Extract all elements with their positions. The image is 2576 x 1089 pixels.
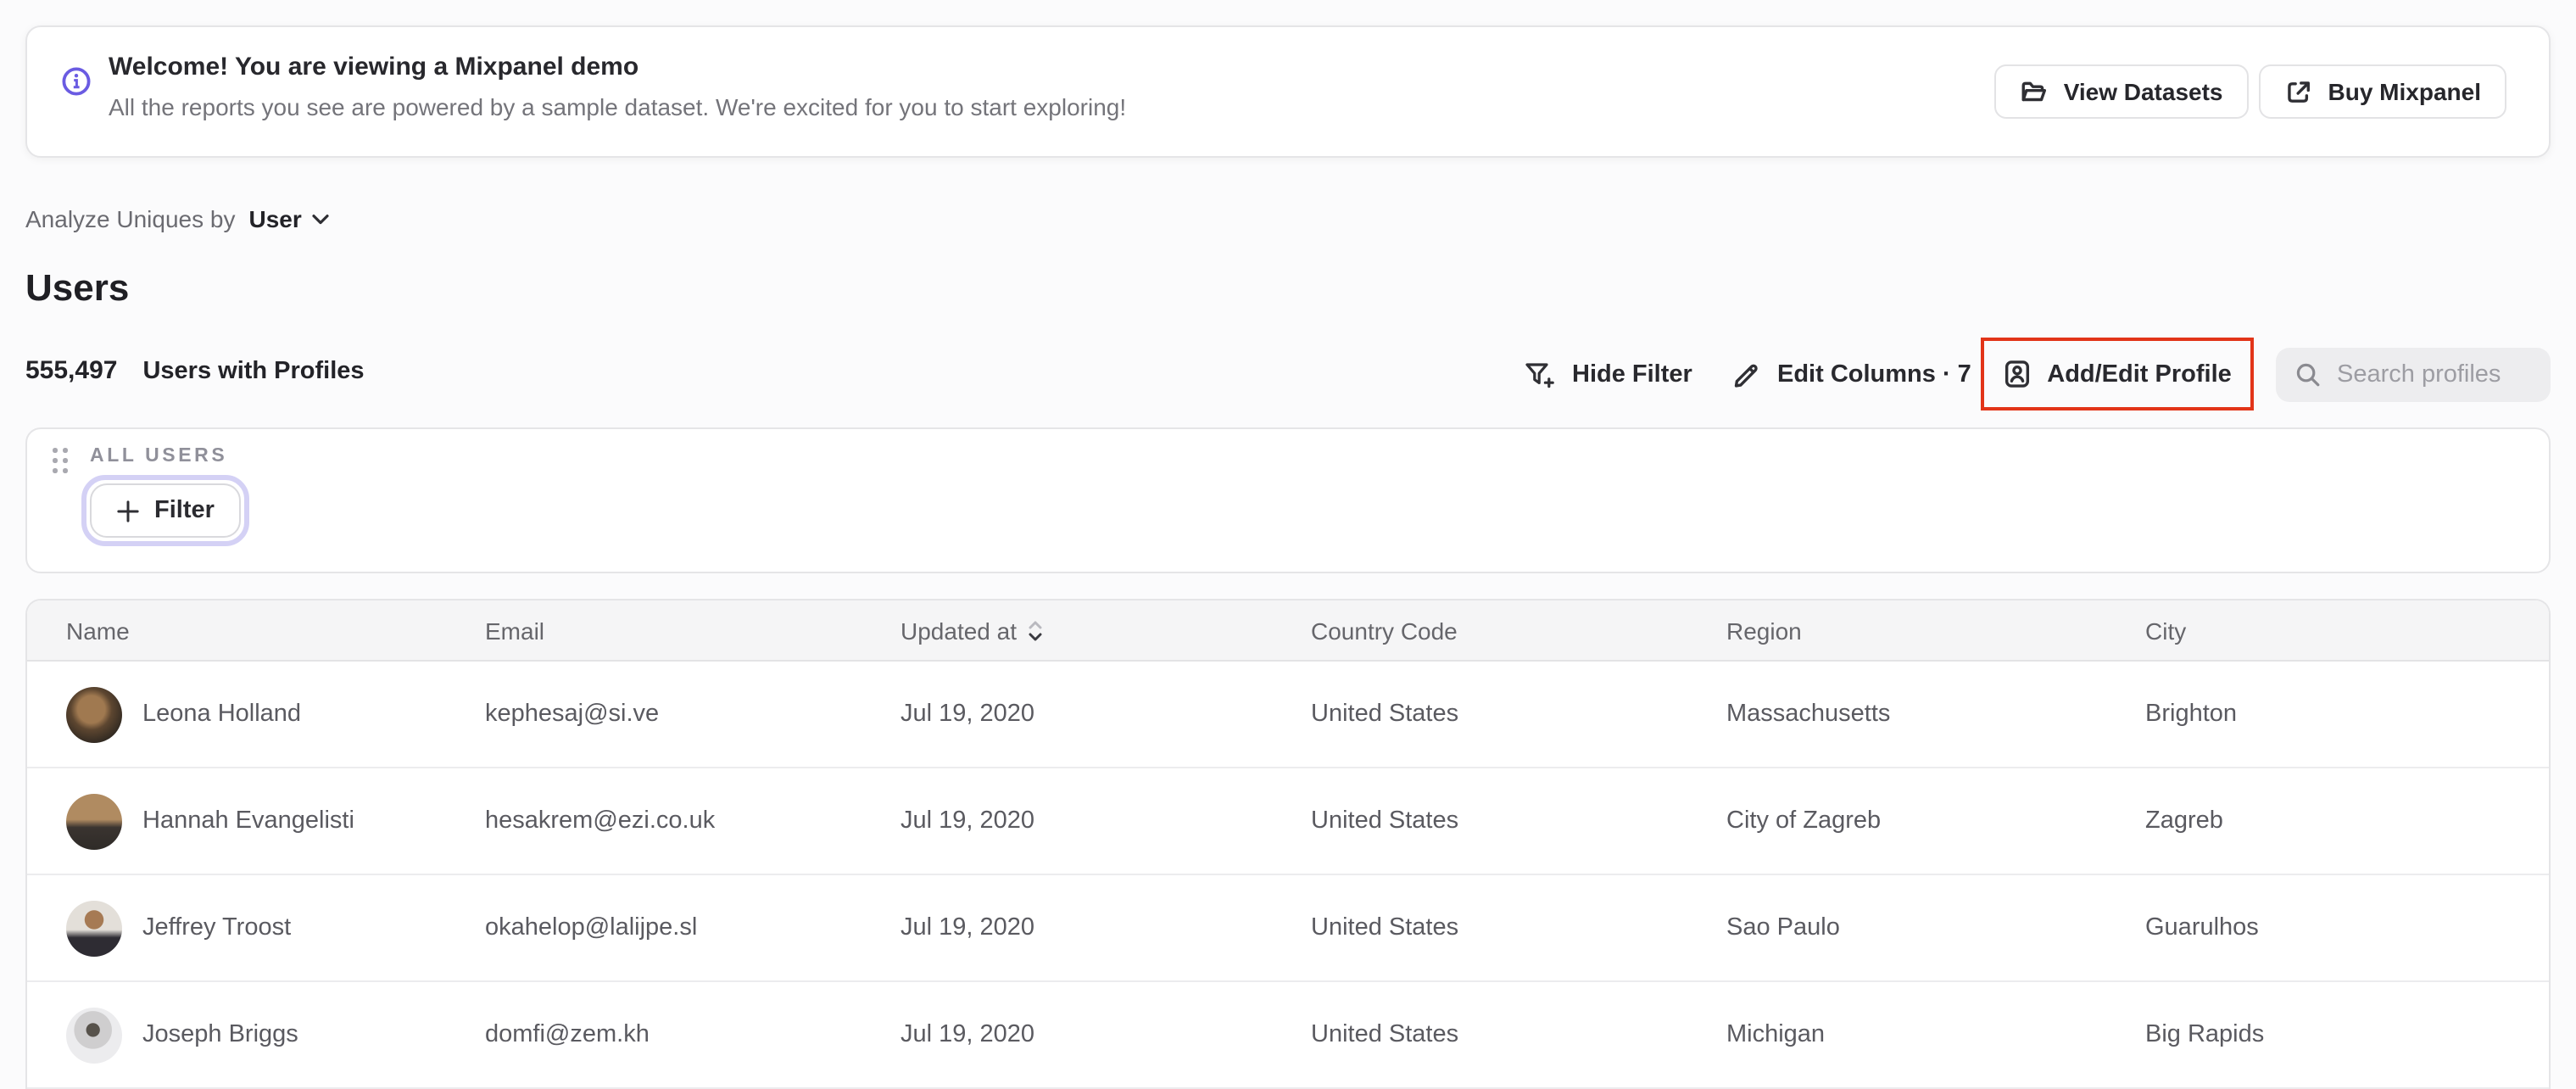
column-header-city[interactable]: City [2145,617,2549,644]
avatar [66,793,122,849]
column-header-email[interactable]: Email [485,617,900,644]
column-header-region[interactable]: Region [1726,617,2145,644]
hide-filter-button[interactable]: Hide Filter [1525,348,1692,402]
buy-mixpanel-button[interactable]: Buy Mixpanel [2258,64,2506,119]
cell-email: hesakrem@ezi.co.uk [485,807,716,835]
cell-region: Sao Paulo [1726,914,1840,941]
cell-name: Joseph Briggs [142,1021,298,1048]
profiles-stats: 555,497 Users with Profiles [25,356,365,385]
cell-updated-at: Jul 19, 2020 [900,701,1035,728]
search-profiles-box [2276,348,2551,402]
table-row[interactable]: Leona Holland kephesaj@si.ve Jul 19, 202… [27,662,2549,768]
cell-name: Leona Holland [142,701,302,728]
filter-button-focus-ring: Filter [81,475,250,546]
cell-email: kephesaj@si.ve [485,701,660,728]
query-builder-card: ALL USERS Filter [25,427,2551,573]
search-icon [2294,361,2322,388]
avatar [66,900,122,956]
cell-email: okahelop@lalijpe.sl [485,914,698,941]
view-datasets-label: View Datasets [2063,78,2223,105]
external-link-icon [2284,77,2313,106]
cell-country: United States [1311,807,1459,835]
cell-updated-at: Jul 19, 2020 [900,807,1035,835]
filter-plus-icon [1525,361,1555,388]
add-filter-button[interactable]: Filter [90,483,242,538]
welcome-banner: Welcome! You are viewing a Mixpanel demo… [25,25,2551,158]
add-filter-label: Filter [154,497,215,524]
analyze-uniques-row: Analyze Uniques by User [25,205,329,232]
table-row[interactable]: Joseph Briggs domfi@zem.kh Jul 19, 2020 … [27,982,2549,1089]
pencil-icon [1731,360,1760,389]
buy-mixpanel-label: Buy Mixpanel [2328,78,2482,105]
cell-city: Zagreb [2145,807,2223,835]
profiles-count: 555,497 [25,356,118,385]
cell-country: United States [1311,1021,1459,1048]
users-table: Name Email Updated at Country Code Regio… [25,599,2551,1089]
search-profiles-input[interactable] [2337,361,2532,388]
cell-region: Michigan [1726,1021,1826,1048]
all-users-section-label: ALL USERS [90,446,228,466]
table-row[interactable]: Jeffrey Troost okahelop@lalijpe.sl Jul 1… [27,875,2549,982]
cell-region: Massachusetts [1726,701,1891,728]
info-icon [61,66,92,97]
table-row[interactable]: Hannah Evangelisti hesakrem@ezi.co.uk Ju… [27,768,2549,875]
drag-handle-icon[interactable] [53,448,68,473]
avatar [66,686,122,742]
column-header-updated-at[interactable]: Updated at [900,617,1311,644]
cell-country: United States [1311,701,1459,728]
cell-country: United States [1311,914,1459,941]
cell-email: domfi@zem.kh [485,1021,650,1048]
cell-city: Big Rapids [2145,1021,2265,1048]
folder-icon [2020,77,2049,106]
cell-region: City of Zagreb [1726,807,1882,835]
view-datasets-button[interactable]: View Datasets [1993,64,2249,119]
cell-city: Guarulhos [2145,914,2259,941]
profile-card-icon [2003,360,2032,388]
cell-name: Jeffrey Troost [142,914,292,941]
cell-city: Brighton [2145,701,2238,728]
cell-updated-at: Jul 19, 2020 [900,1021,1035,1048]
analyze-uniques-value: User [248,205,302,232]
page-title: Users [25,266,130,309]
banner-title: Welcome! You are viewing a Mixpanel demo [109,53,639,81]
chevron-down-icon [312,213,329,225]
add-edit-profile-button[interactable]: Add/Edit Profile [2003,360,2232,388]
column-header-country-code[interactable]: Country Code [1311,617,1726,644]
analyze-uniques-dropdown[interactable]: User [249,205,329,232]
analyze-uniques-label: Analyze Uniques by [25,205,236,232]
column-header-name[interactable]: Name [66,617,485,644]
sort-icon [1027,620,1042,640]
table-header-row: Name Email Updated at Country Code Regio… [27,600,2549,662]
add-edit-profile-highlight: Add/Edit Profile [1981,338,2254,410]
profiles-count-label: Users with Profiles [142,358,365,385]
cell-updated-at: Jul 19, 2020 [900,914,1035,941]
plus-icon [117,500,139,522]
edit-columns-label: Edit Columns · 7 [1777,361,1971,388]
banner-actions: View Datasets Buy Mixpanel [1993,64,2506,119]
avatar [66,1007,122,1063]
hide-filter-label: Hide Filter [1572,361,1692,388]
add-edit-profile-label: Add/Edit Profile [2047,360,2232,388]
mixpanel-users-page: Welcome! You are viewing a Mixpanel demo… [0,0,2576,1089]
cell-name: Hannah Evangelisti [142,807,354,835]
edit-columns-button[interactable]: Edit Columns · 7 [1731,348,1971,402]
banner-subtitle: All the reports you see are powered by a… [109,93,1127,120]
